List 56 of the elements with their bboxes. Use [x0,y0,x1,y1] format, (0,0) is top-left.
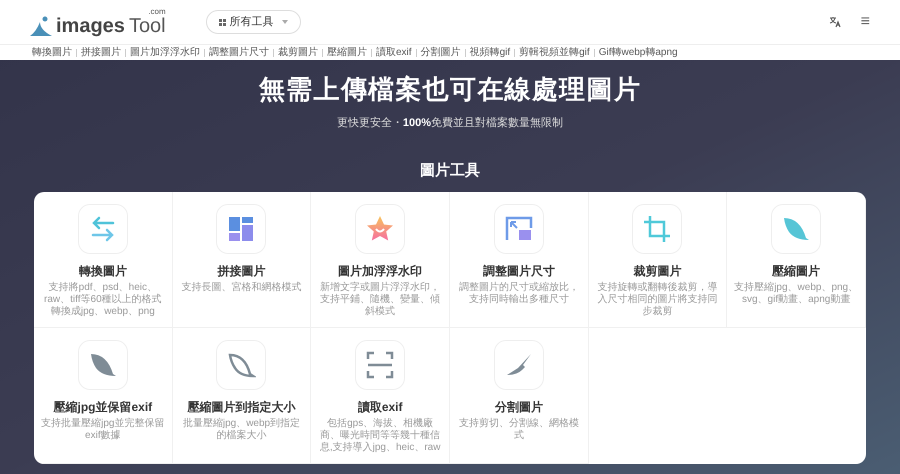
nav-link[interactable]: 裁剪圖片 [278,45,318,60]
tool-title: 壓縮圖片到指定大小 [187,399,296,416]
wave-logo-icon [30,16,52,36]
tool-title: 拼接圖片 [217,263,266,280]
crop-icon [642,214,672,244]
tool-description: 支持長圖、宮格和網格模式 [181,282,302,294]
tool-title: 轉換圖片 [78,263,127,280]
tool-description: 支持將pdf、psd、heic、raw、tiff等60種以上的格式轉換成jpg、webp、png [43,282,163,318]
tool-description: 調整圖片的尺寸或縮放比，支持同時輸出多種尺寸 [458,282,580,306]
tool-description: 包括gps、海拔、相機廠商、曝光時間等等幾十種信息,支持導入jpg、heic、raw [318,418,442,454]
translate-icon[interactable] [828,16,841,28]
tool-card[interactable]: 壓縮jpg並保留exif 支持批量壓縮jpg並完整保留exif數據 [34,328,173,464]
tool-card[interactable]: 轉換圖片 支持將pdf、psd、heic、raw、tiff等60種以上的格式轉換成jpg、webp、png [34,192,173,328]
nav-link[interactable]: 分割圖片 [420,45,461,60]
tool-title: 裁剪圖片 [633,263,682,280]
tool-description: 新增文字或圖片浮浮水印，支持平鋪、隨機、變量、傾斜模式 [319,282,442,318]
tool-title: 分割圖片 [494,399,543,416]
tool-title: 圖片加浮浮水印 [338,263,422,280]
caret-icon [282,20,288,24]
logo-text: images [56,16,125,36]
menu-button[interactable]: ≡ [860,14,870,30]
tool-card[interactable]: 分割圖片 支持剪切、分割線、網格模式 [450,328,589,464]
tool-card[interactable]: 圖片加浮浮水印 新增文字或圖片浮浮水印，支持平鋪、隨機、變量、傾斜模式 [311,192,450,328]
nav-link[interactable]: 轉換圖片 [32,45,72,60]
tool-card[interactable]: 壓縮圖片 支持壓縮jpg、webp、png、svg、gif動畫、apng動畫 [727,192,866,328]
logo-suffix: .com [148,8,166,16]
tool-card[interactable]: 壓縮圖片到指定大小 批量壓縮jpg、webp到指定的檔案大小 [172,328,312,464]
logo[interactable]: images .com Tool [30,8,166,36]
hero-title: 無需上傳檔案也可在線處理圖片 [258,73,642,106]
section-title: 圖片工具 [420,160,480,180]
nav-link[interactable]: 拼接圖片 [81,45,121,60]
scan-icon [365,350,396,380]
nav-link[interactable]: 剪輯視頻並轉gif [519,45,590,60]
tool-title: 壓縮圖片 [772,263,820,280]
all-tools-button[interactable]: 所有工具 [206,10,301,34]
nav-link[interactable]: Gif轉webp轉apng [598,45,678,60]
logo-text: Tool [128,16,166,36]
tool-description: 批量壓縮jpg、webp到指定的檔案大小 [182,418,302,442]
tool-card[interactable]: 裁剪圖片 支持旋轉或翻轉後裁剪，導入尺寸相同的圖片將支持同步裁剪 [588,192,728,328]
grid-icon [218,18,226,26]
tool-card[interactable]: 讀取exif 包括gps、海拔、相機廠商、曝光時間等等幾十種信息,支持導入jpg、heic、raw [311,328,450,464]
tool-title: 壓縮jpg並保留exif [53,399,152,416]
nav-link[interactable]: 視頻轉gif [470,45,510,60]
tool-description: 支持批量壓縮jpg並完整保留exif數據 [40,418,166,442]
hero-subtitle: 更快更安全・100%免費並且對檔案數量無限制 [336,116,564,131]
tool-description: 支持旋轉或翻轉後裁剪，導入尺寸相同的圖片將支持同步裁剪 [596,282,718,318]
tool-title: 讀取exif [358,399,402,416]
tool-description: 支持剪切、分割線、網格模式 [458,418,580,442]
tool-title: 調整圖片尺寸 [482,263,555,280]
nav-link[interactable]: 讀取exif [376,45,412,60]
tool-card[interactable]: 調整圖片尺寸 調整圖片的尺寸或縮放比，支持同時輸出多種尺寸 [450,192,589,328]
tool-card[interactable]: 拼接圖片 支持長圖、宮格和網格模式 [172,192,312,328]
nav-link[interactable]: 圖片加浮浮水印 [130,45,200,60]
nav-link[interactable]: 壓縮圖片 [327,45,367,60]
nav-link[interactable]: 調整圖片尺寸 [209,45,269,60]
tool-description: 支持壓縮jpg、webp、png、svg、gif動畫、apng動畫 [733,282,859,306]
